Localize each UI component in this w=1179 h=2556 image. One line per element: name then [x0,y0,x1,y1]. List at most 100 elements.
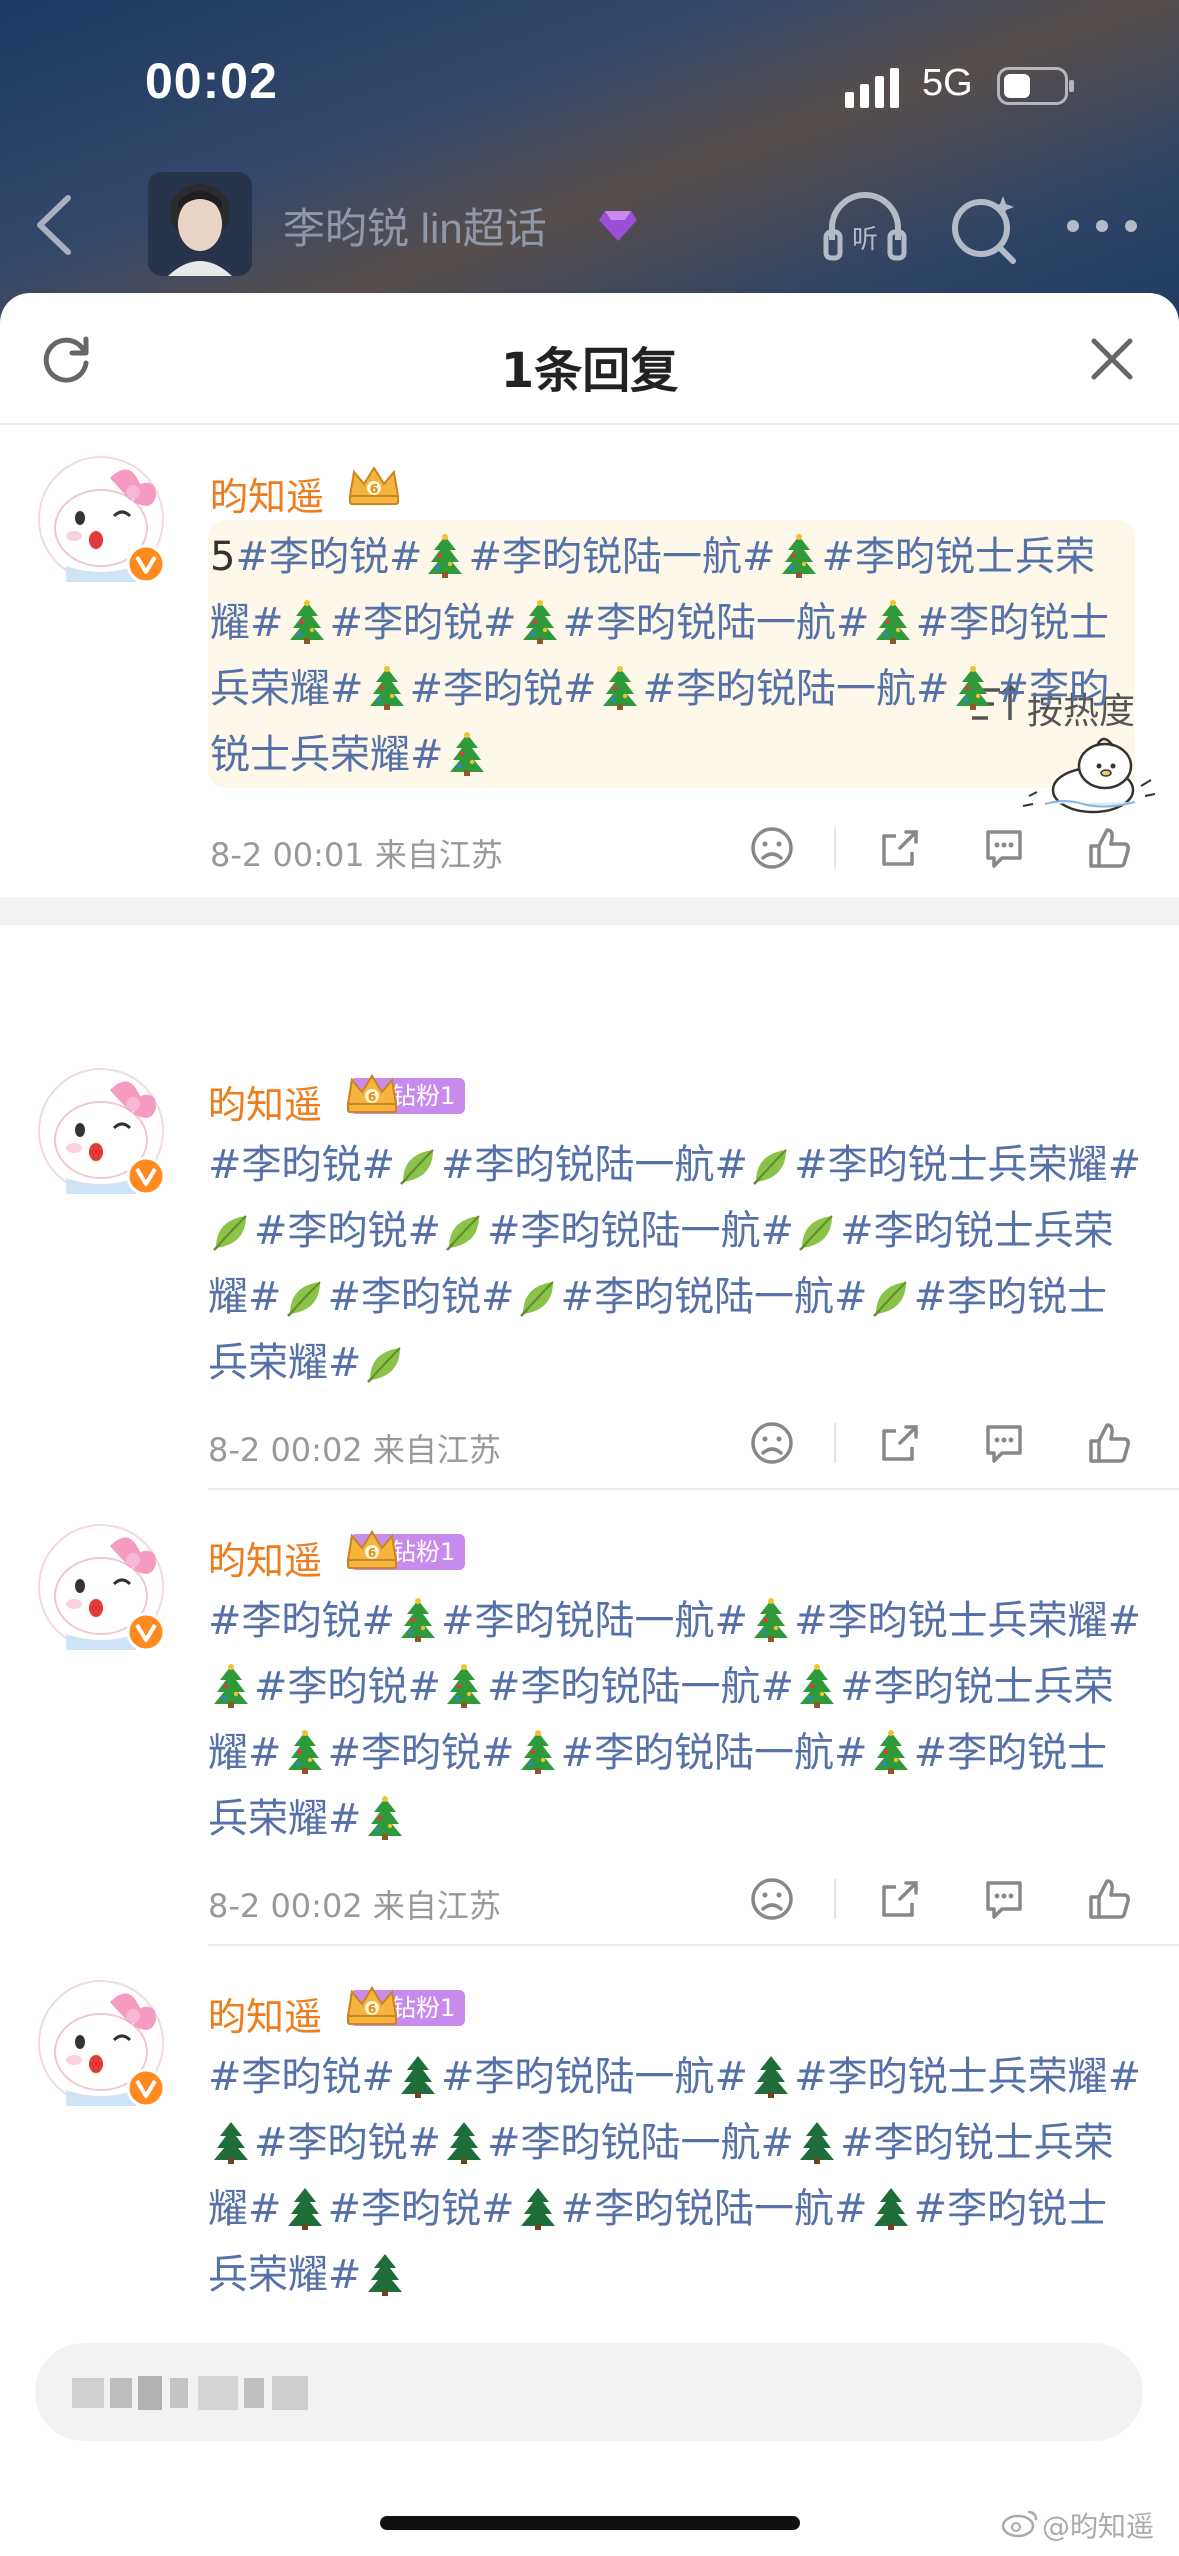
topic-hashtag[interactable]: #李昀锐陆一航# [468,534,775,580]
topic-hashtag[interactable]: #李昀锐# [235,534,422,580]
share-icon[interactable] [876,1419,924,1467]
blurred-placeholder [72,2376,308,2410]
topic-hashtag[interactable]: #李昀锐# [254,2120,441,2166]
like-icon[interactable] [1085,1419,1133,1467]
topic-hashtag[interactable]: #李昀锐# [328,1730,515,1776]
leaf-icon [286,1278,324,1318]
leaf-icon [752,1146,790,1186]
topic-hashtag[interactable]: #李昀锐陆一航# [441,2054,748,2100]
back-icon[interactable] [30,190,80,260]
christmas-tree-icon [399,1598,437,1642]
crown-icon [344,1528,400,1570]
topic-hashtag[interactable]: #李昀锐陆一航# [561,2186,868,2232]
topic-hashtag[interactable]: #李昀锐# [208,2054,395,2100]
crown-icon [344,1984,400,2026]
topic-hashtag[interactable]: #李昀锐士兵荣耀# [794,1142,1141,1188]
comment-icon[interactable] [980,824,1028,872]
search-icon[interactable] [945,188,1025,268]
topic-avatar[interactable] [148,172,252,276]
verified-badge-icon [126,2068,166,2108]
share-icon[interactable] [876,1875,924,1923]
reply-separator [208,1488,1179,1490]
signal-icon [845,68,899,108]
comment-icon[interactable] [980,1875,1028,1923]
topic-hashtag[interactable]: #李昀锐士兵荣耀# [794,2054,1141,2100]
topic-hashtag[interactable]: #李昀锐士兵荣耀# [794,1598,1141,1644]
username[interactable]: 昀知遥 [208,1986,322,2041]
dislike-icon[interactable] [748,1875,796,1923]
fan-badge-label: 钻粉1 [392,1538,456,1566]
share-icon[interactable] [876,824,924,872]
diamond-icon [599,211,637,241]
weibo-logo-icon [1001,2510,1038,2538]
topic-hashtag[interactable]: #李昀锐# [208,1598,395,1644]
evergreen-tree-icon [798,2120,836,2164]
header-background [0,0,1179,330]
christmas-tree-icon [601,666,639,710]
christmas-tree-icon [519,1730,557,1774]
reply-separator [208,1944,1179,1946]
header-title[interactable]: 李昀锐 lin超话 [283,195,547,256]
topic-hashtag[interactable]: #李昀锐# [328,2186,515,2232]
comment-text: #李昀锐# #李昀锐陆一航# #李昀锐士兵荣耀##李昀锐# #李昀锐陆一航# #李昀锐士… [208,1588,1143,1852]
verified-badge-icon [126,1612,166,1652]
topic-hashtag[interactable]: #李昀锐陆一航# [441,1142,748,1188]
christmas-tree-icon [368,666,406,710]
timestamp: 8-2 00:02 [208,1887,363,1925]
topic-hashtag[interactable]: #李昀锐陆一航# [487,1664,794,1710]
network-label: 5G [922,62,973,104]
section-divider [0,897,1179,925]
username[interactable]: 昀知遥 [208,1530,322,1585]
topic-hashtag[interactable]: #李昀锐陆一航# [561,1274,868,1320]
username[interactable]: 昀知遥 [210,466,324,521]
location: 来自江苏 [374,836,503,874]
evergreen-tree-icon [445,2120,483,2164]
topic-hashtag[interactable]: #李昀锐陆一航# [563,600,870,646]
crown-icon [344,1072,400,1114]
dislike-icon[interactable] [748,824,796,872]
christmas-tree-icon [448,732,486,776]
topic-hashtag[interactable]: #李昀锐陆一航# [441,1598,748,1644]
topic-hashtag[interactable]: #李昀锐# [254,1208,441,1254]
close-icon[interactable] [1088,335,1136,383]
svg-text:听: 听 [852,225,878,255]
comment-meta: 8-2 00:01 来自江苏 [210,830,503,876]
christmas-tree-icon [445,1664,483,1708]
topic-hashtag[interactable]: #李昀锐陆一航# [561,1730,868,1776]
topic-hashtag[interactable]: #李昀锐# [254,1664,441,1710]
comment-lead: 5 [210,534,236,580]
like-icon[interactable] [1085,1875,1133,1923]
location: 来自江苏 [372,1431,501,1469]
comment-text: #李昀锐# #李昀锐陆一航# #李昀锐士兵荣耀##李昀锐# #李昀锐陆一航# #李昀锐士… [208,1132,1143,1396]
topic-hashtag[interactable]: #李昀锐# [410,666,597,712]
verified-badge-icon [126,1156,166,1196]
fan-badge-label: 钻粉1 [392,1082,456,1110]
comment-meta: 8-2 00:02 来自江苏 [208,1425,501,1471]
verified-badge-icon [126,544,166,584]
topic-hashtag[interactable]: #李昀锐陆一航# [643,666,950,712]
sheet-title: 1条回复 [500,343,679,399]
comment-icon[interactable] [980,1419,1028,1467]
topic-hashtag[interactable]: #李昀锐# [330,600,517,646]
like-icon[interactable] [1085,824,1133,872]
leaf-icon [399,1146,437,1186]
screen: 00:02 5G 李昀锐 lin超话 听 1条回复 按热度 @昀知遥 昀知遥 5… [0,0,1179,2556]
username[interactable]: 昀知遥 [208,1074,322,1129]
action-divider [834,1879,836,1919]
christmas-tree-icon [521,600,559,644]
evergreen-tree-icon [286,2186,324,2230]
action-divider [834,828,836,868]
topic-hashtag[interactable]: #李昀锐陆一航# [487,1208,794,1254]
action-divider [834,1423,836,1463]
more-icon[interactable] [1065,218,1140,234]
topic-hashtag[interactable]: #李昀锐陆一航# [487,2120,794,2166]
topic-hashtag[interactable]: #李昀锐# [208,1142,395,1188]
leaf-icon [366,1344,404,1384]
portrait-image [148,172,252,276]
listen-icon[interactable]: 听 [820,188,910,266]
dislike-icon[interactable] [748,1419,796,1467]
location: 来自江苏 [372,1887,501,1925]
topic-hashtag[interactable]: #李昀锐# [328,1274,515,1320]
evergreen-tree-icon [399,2054,437,2098]
leaf-icon [212,1212,250,1252]
